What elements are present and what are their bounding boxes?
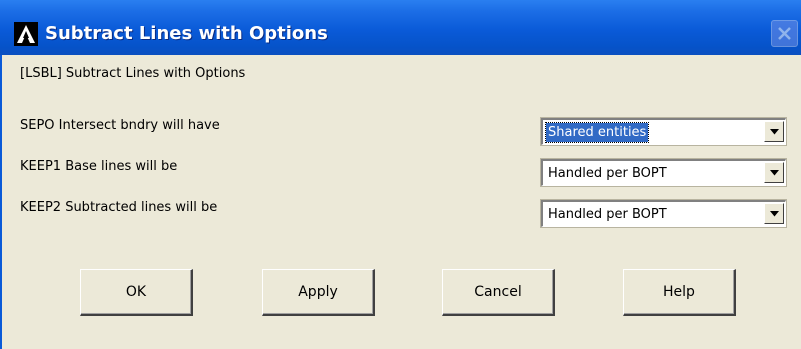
cancel-button[interactable]: Cancel	[442, 269, 555, 316]
keep1-dropdown-arrow[interactable]	[764, 162, 784, 183]
window-border	[0, 55, 2, 349]
chevron-down-icon	[769, 129, 779, 135]
keep2-label: KEEP2 Subtracted lines will be	[20, 200, 218, 215]
sepo-label: SEPO Intersect bndry will have	[20, 118, 220, 133]
sepo-dropdown[interactable]: Shared entities	[540, 117, 787, 146]
sepo-dropdown-arrow[interactable]	[764, 121, 784, 142]
dialog-window: Subtract Lines with Options [LSBL] Subtr…	[0, 0, 801, 349]
help-button[interactable]: Help	[623, 269, 736, 316]
apply-button[interactable]: Apply	[262, 269, 375, 316]
command-label: [LSBL] Subtract Lines with Options	[20, 66, 246, 81]
close-icon	[778, 27, 791, 40]
chevron-down-icon	[769, 170, 779, 176]
sepo-selected-value: Shared entities	[544, 122, 650, 143]
ok-button[interactable]: OK	[80, 269, 193, 316]
keep2-selected-value: Handled per BOPT	[548, 207, 667, 222]
keep1-dropdown[interactable]: Handled per BOPT	[540, 158, 787, 187]
keep1-label: KEEP1 Base lines will be	[20, 159, 178, 174]
close-button[interactable]	[771, 20, 798, 47]
keep2-dropdown-arrow[interactable]	[764, 203, 784, 224]
keep1-selected-value: Handled per BOPT	[548, 166, 667, 181]
chevron-down-icon	[769, 211, 779, 217]
keep2-dropdown[interactable]: Handled per BOPT	[540, 199, 787, 228]
ansys-logo-icon	[14, 22, 38, 46]
window-title: Subtract Lines with Options	[45, 23, 328, 44]
title-bar[interactable]: Subtract Lines with Options	[0, 0, 801, 55]
